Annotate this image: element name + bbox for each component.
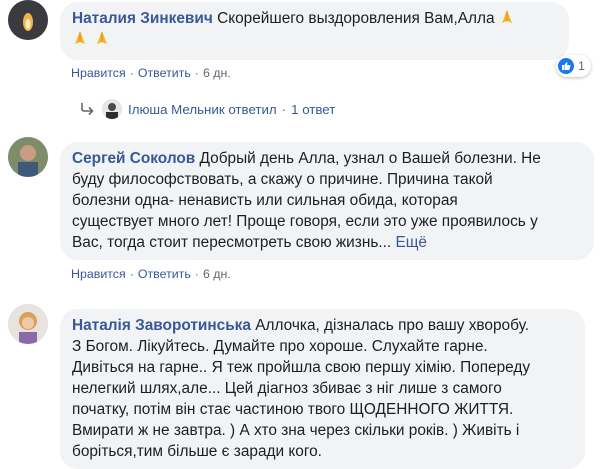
reply-link[interactable]: Ответить [138,66,191,80]
reply-summary: Ілюша Мельник ответил [128,101,277,117]
comment-bubble: Наталия Зинкевич Скорейшего выздоровлени… [60,2,569,60]
comment-text: Скорейшего выздоровления Вам,Алла [217,10,495,27]
avatar-image [8,304,48,344]
comment-author[interactable]: Сергей Соколов [72,150,195,167]
comment-text: боріться,тим більше є заради кого. [72,443,322,460]
comment-actions: Нравится · Ответить · 6 дн. [71,267,231,281]
timestamp[interactable]: 6 дн. [203,66,231,80]
comment-text: З Богом. Лікуйтесь. Думайте про хороше. … [72,338,488,355]
avatar[interactable] [8,137,48,177]
timestamp[interactable]: 6 дн. [203,267,231,281]
comment-text: нелегкий шлях,але... Цей діагноз збиває … [72,380,502,397]
avatar[interactable] [8,0,48,40]
separator: · [281,101,287,117]
comment-author[interactable]: Наталія Заворотинська [72,317,251,334]
reaction-count[interactable]: 1 [556,55,591,77]
reply-arrow-icon [81,103,94,116]
view-replies[interactable]: Ілюша Мельник ответил · 1 ответ [80,98,335,120]
avatar-image [8,137,48,177]
avatar-image [8,0,48,40]
comment-text: Аллочка, дізналась про вашу хворобу. [255,317,529,334]
comment-text: Дивіться на гарне.. Я теж пройшла свою п… [72,359,531,376]
comment-text: Добрый день Алла, узнал о Вашей болезни.… [199,150,541,167]
like-link[interactable]: Нравится [71,66,126,80]
pray-emoji-icon [499,10,517,27]
comment-text: существует много лет! Проще говоря, если… [72,213,538,230]
see-more-link[interactable]: Ещё [395,234,427,251]
comment-text: Вас, тогда стоит пересмотреть свою жизнь… [72,234,392,251]
reply-count: 1 ответ [291,101,336,117]
comment-bubble: Наталія Заворотинська Аллочка, дізналась… [60,309,585,469]
avatar [102,99,122,119]
reaction-number: 1 [578,59,585,73]
reply-link[interactable]: Ответить [138,267,191,281]
comment-text: Вмирати ж не завтра. ) А хто зна через с… [72,422,520,439]
like-link[interactable]: Нравится [71,267,126,281]
avatar[interactable] [8,304,48,344]
comment-text: болезни одна- ненависть или сильная обид… [72,192,458,209]
comment-author[interactable]: Наталия Зинкевич [72,10,213,27]
comment-actions: Нравится · Ответить · 6 дн. [71,66,231,80]
like-icon [558,58,574,74]
pray-emoji-icon [72,31,94,48]
comment-text: початку, потім він стає частиною твого Щ… [72,401,514,418]
comment-text: буду философствовать, а скажу о причине.… [72,171,493,188]
pray-emoji-icon [94,31,112,48]
comment-bubble: Сергей Соколов Добрый день Алла, узнал о… [60,142,594,260]
